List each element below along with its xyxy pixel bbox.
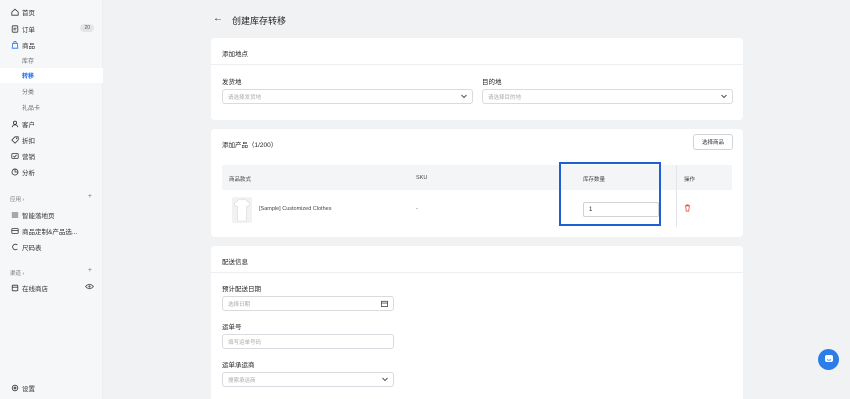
sidebar-item-online-store[interactable]: 在线商店 bbox=[0, 280, 103, 295]
size-chart-icon bbox=[10, 242, 19, 251]
column-header-actions: 操作 bbox=[684, 177, 696, 183]
sidebar-item-landing-page[interactable]: 智能落地页 bbox=[0, 207, 103, 222]
column-divider bbox=[676, 165, 677, 227]
carrier-label: 运单承运商 bbox=[222, 362, 255, 369]
discount-icon bbox=[10, 135, 19, 144]
analytics-icon bbox=[10, 167, 19, 176]
product-icon bbox=[10, 40, 19, 49]
channels-section-label[interactable]: 渠道 › bbox=[10, 269, 24, 277]
select-products-button[interactable]: 选择商品 bbox=[693, 134, 733, 150]
sidebar-item-label: 商品定制&产品选... bbox=[22, 228, 78, 236]
landing-page-icon bbox=[10, 210, 19, 219]
sidebar-item-gift-cards[interactable]: 礼品卡 bbox=[0, 100, 103, 115]
sidebar-item-customers[interactable]: 客户 bbox=[0, 116, 103, 131]
chevron-down-icon bbox=[382, 377, 388, 384]
order-count-badge: 20 bbox=[80, 24, 94, 32]
quantity-column-highlight bbox=[559, 162, 661, 226]
product-sku: - bbox=[416, 206, 418, 212]
origin-placeholder: 请选择发货地 bbox=[228, 94, 262, 101]
delivery-date-label: 预计配送日期 bbox=[222, 286, 261, 293]
chevron-down-icon bbox=[461, 94, 467, 101]
sidebar-item-label: 商品 bbox=[22, 42, 35, 50]
carrier-select[interactable]: 搜索承运商 bbox=[222, 372, 394, 387]
destination-select[interactable]: 请选择目的地 bbox=[482, 89, 733, 104]
sidebar-item-label: 设置 bbox=[22, 385, 35, 393]
chat-support-button[interactable] bbox=[818, 349, 839, 370]
tracking-number-label: 运单号 bbox=[222, 324, 242, 331]
origin-select[interactable]: 请选择发货地 bbox=[222, 89, 473, 104]
product-thumbnail bbox=[232, 197, 252, 223]
sidebar-item-customize[interactable]: 商品定制&产品选... bbox=[0, 223, 103, 238]
sidebar-item-label: 客户 bbox=[22, 121, 35, 129]
sidebar-item-products[interactable]: 商品 bbox=[0, 37, 103, 52]
sidebar-item-label: 营销 bbox=[22, 153, 35, 161]
calendar-icon bbox=[381, 300, 388, 309]
products-card: 添加产品（1/200） 选择商品 商品款式 SKU 库存数量 操作 [Sampl… bbox=[211, 129, 743, 237]
add-channel-icon[interactable]: + bbox=[88, 267, 92, 274]
order-icon bbox=[10, 24, 19, 33]
delivery-date-placeholder: 选择日期 bbox=[228, 301, 251, 308]
apps-section-label[interactable]: 应用 › bbox=[10, 195, 24, 203]
tracking-number-placeholder: 填写运单号码 bbox=[228, 339, 262, 346]
sidebar-item-label: 分类 bbox=[22, 90, 35, 96]
chevron-down-icon bbox=[721, 94, 727, 101]
tracking-number-input[interactable]: 填写运单号码 bbox=[222, 334, 394, 349]
add-app-icon[interactable]: + bbox=[88, 193, 92, 200]
locations-card: 添加地点 发货地 请选择发货地 目的地 请选择目的地 bbox=[211, 38, 743, 120]
carrier-placeholder: 搜索承运商 bbox=[228, 377, 256, 384]
eye-icon[interactable] bbox=[84, 283, 95, 292]
sidebar-item-label: 订单 bbox=[22, 26, 35, 34]
gear-icon bbox=[10, 383, 19, 392]
sidebar-item-label: 分析 bbox=[22, 169, 35, 177]
marketing-icon bbox=[10, 151, 19, 160]
sidebar: 首页 订单 20 商品 库存 转移 分类 礼品卡 客户 折扣 营销 分析 应用 … bbox=[0, 0, 103, 399]
column-header-variant: 商品款式 bbox=[229, 177, 252, 183]
sidebar-item-marketing[interactable]: 营销 bbox=[0, 148, 103, 163]
sidebar-item-label: 库存 bbox=[22, 59, 35, 65]
store-icon bbox=[10, 283, 19, 292]
sidebar-item-label: 折扣 bbox=[22, 137, 35, 145]
page-title: 创建库存转移 bbox=[232, 16, 287, 26]
sidebar-item-label: 转移 bbox=[22, 74, 35, 80]
destination-label: 目的地 bbox=[482, 79, 502, 86]
sidebar-item-home[interactable]: 首页 bbox=[0, 4, 103, 19]
products-title: 添加产品（1/200） bbox=[222, 142, 278, 149]
divider bbox=[211, 272, 743, 273]
sidebar-item-inventory[interactable]: 库存 bbox=[0, 53, 103, 68]
back-arrow-icon[interactable]: ← bbox=[213, 13, 223, 24]
sidebar-item-label: 尺码表 bbox=[22, 244, 42, 252]
sidebar-item-discounts[interactable]: 折扣 bbox=[0, 132, 103, 147]
shipping-title: 配送信息 bbox=[222, 259, 248, 266]
sidebar-item-orders[interactable]: 订单 20 bbox=[0, 21, 103, 36]
sidebar-item-label: 礼品卡 bbox=[22, 106, 41, 112]
customer-icon bbox=[10, 119, 19, 128]
home-icon bbox=[10, 7, 19, 16]
locations-title: 添加地点 bbox=[222, 51, 248, 58]
delivery-date-picker[interactable]: 选择日期 bbox=[222, 296, 394, 311]
sidebar-item-categories[interactable]: 分类 bbox=[0, 84, 103, 99]
sidebar-item-size-chart[interactable]: 尺码表 bbox=[0, 239, 103, 254]
trash-icon[interactable] bbox=[684, 204, 691, 214]
shipping-card: 配送信息 预计配送日期 选择日期 运单号 填写运单号码 运单承运商 搜索承运商 bbox=[211, 246, 743, 399]
origin-label: 发货地 bbox=[222, 79, 242, 86]
sidebar-item-label: 在线商店 bbox=[22, 285, 48, 293]
customize-icon bbox=[10, 226, 19, 235]
divider bbox=[211, 64, 743, 65]
column-header-sku: SKU bbox=[416, 175, 428, 181]
sidebar-item-label: 智能落地页 bbox=[22, 212, 55, 220]
sidebar-item-analytics[interactable]: 分析 bbox=[0, 164, 103, 179]
sidebar-item-transfer[interactable]: 转移 bbox=[0, 68, 103, 83]
product-name[interactable]: [Sample] Customized Clothes bbox=[259, 206, 331, 212]
chat-icon bbox=[824, 354, 834, 366]
sidebar-item-label: 首页 bbox=[22, 9, 35, 17]
destination-placeholder: 请选择目的地 bbox=[488, 94, 522, 101]
sidebar-item-settings[interactable]: 设置 bbox=[0, 380, 103, 395]
